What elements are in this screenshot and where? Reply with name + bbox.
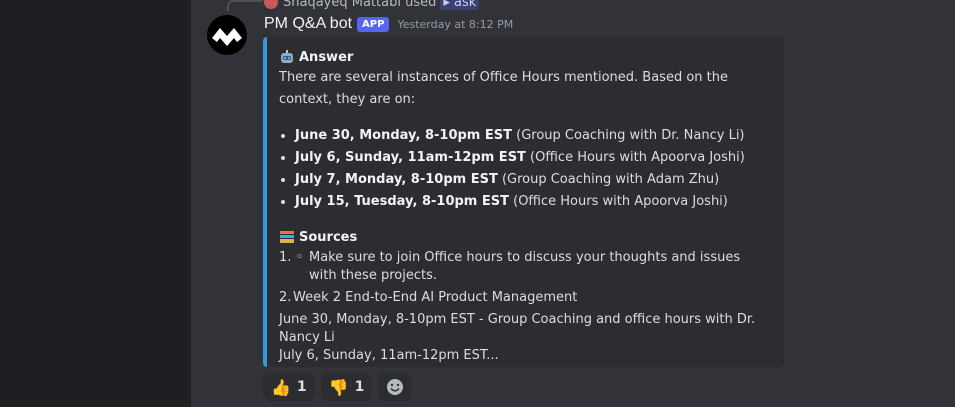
reply-reference[interactable]: Shaqayeq Mattabi used ▸ ask xyxy=(264,0,480,10)
reactions-bar: 👍 1 👎 1 xyxy=(263,373,413,401)
reply-used-text: used xyxy=(405,0,437,10)
command-tag[interactable]: ▸ ask xyxy=(440,0,480,10)
reaction-count: 1 xyxy=(296,379,307,395)
source-snippet-2: July 6, Sunday, 11am-12pm EST... xyxy=(279,348,499,363)
command-icon: ▸ xyxy=(443,0,450,10)
reply-avatar xyxy=(264,0,278,9)
source-snippet-1: June 30, Monday, 8-10pm EST - Group Coac… xyxy=(279,312,756,345)
books-icon xyxy=(280,231,294,243)
list-item: July 7, Monday, 8-10pm EST (Group Coachi… xyxy=(295,169,772,191)
answer-title: Answer xyxy=(299,49,354,65)
bot-username[interactable]: PM Q&A bot xyxy=(264,15,352,33)
robot-icon xyxy=(281,50,293,63)
reply-username[interactable]: Shaqayeq Mattabi xyxy=(283,0,401,10)
command-name: ask xyxy=(454,0,477,10)
office-hours-list: June 30, Monday, 8-10pm EST (Group Coach… xyxy=(279,125,772,213)
list-item: July 15, Tuesday, 8-10pm EST (Office Hou… xyxy=(295,191,772,213)
thumbs-up-icon: 👍 xyxy=(271,377,291,397)
sources-list: 1. ◦ Make sure to join Office hours to d… xyxy=(279,249,772,307)
source-item: 1. ◦ Make sure to join Office hours to d… xyxy=(279,250,741,283)
sources-heading: Sources xyxy=(279,227,772,247)
add-reaction-button[interactable] xyxy=(378,373,413,401)
bot-avatar[interactable] xyxy=(207,15,247,55)
answer-intro: There are several instances of Office Ho… xyxy=(279,70,728,107)
answer-heading: Answer xyxy=(279,47,772,67)
message-timestamp[interactable]: Yesterday at 8:12 PM xyxy=(397,18,513,31)
source-item: 2. Week 2 End-to-End AI Product Manageme… xyxy=(279,290,578,305)
smiley-icon xyxy=(387,379,404,395)
message-header: PM Q&A bot APP Yesterday at 8:12 PM xyxy=(264,13,513,35)
reaction-thumbs-down[interactable]: 👎 1 xyxy=(320,373,373,401)
app-badge: APP xyxy=(357,16,390,32)
reply-spine xyxy=(227,0,263,11)
list-item: July 6, Sunday, 11am-12pm EST (Office Ho… xyxy=(295,147,772,169)
reaction-count: 1 xyxy=(354,379,365,395)
thumbs-down-icon: 👎 xyxy=(328,377,349,397)
reaction-thumbs-up[interactable]: 👍 1 xyxy=(263,373,315,401)
bot-logo-icon xyxy=(212,28,242,46)
answer-embed: Answer There are several instances of Of… xyxy=(263,37,784,367)
list-item: June 30, Monday, 8-10pm EST (Group Coach… xyxy=(295,125,772,147)
sources-title: Sources xyxy=(299,229,358,245)
